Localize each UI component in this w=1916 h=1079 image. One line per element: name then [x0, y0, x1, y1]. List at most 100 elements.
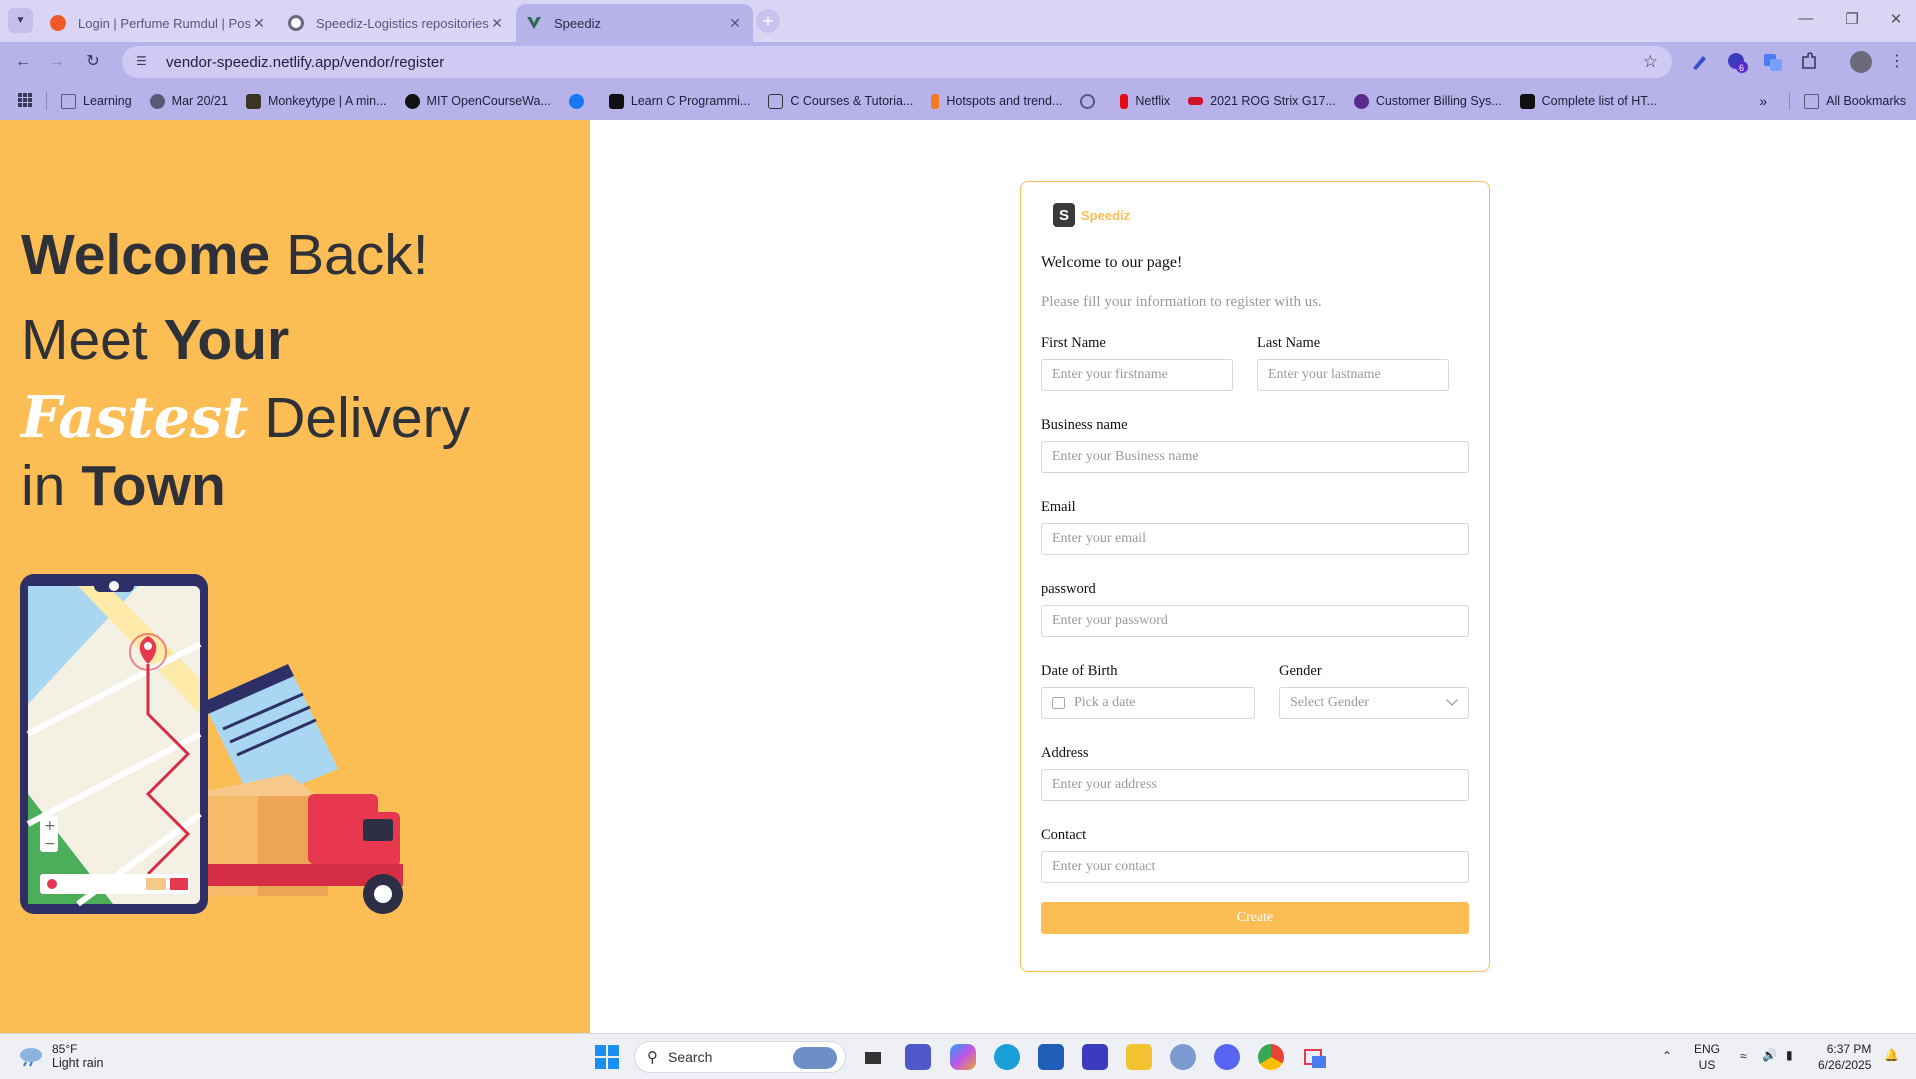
browser-toolbar: ← → ↻ ☰ vendor-speediz.netlify.app/vendo… — [0, 42, 1916, 82]
email-field[interactable] — [1041, 523, 1469, 555]
bookmark-facebook[interactable] — [568, 93, 591, 109]
tab-title: Speediz — [554, 15, 601, 31]
bookmark-label: MIT OpenCourseWa... — [426, 94, 551, 108]
address-input[interactable] — [1052, 777, 1468, 793]
restore-button[interactable]: ❐ — [1832, 10, 1872, 28]
tab-login-perfume[interactable]: Login | Perfume Rumdul | Postm ✕ — [40, 4, 277, 42]
task-view-icon[interactable] — [860, 1044, 886, 1070]
volume-icon[interactable]: 🔊 — [1762, 1047, 1777, 1063]
business-name-label: Business name — [1041, 417, 1128, 433]
close-window-button[interactable]: ✕ — [1876, 10, 1916, 28]
first-name-field[interactable] — [1041, 359, 1233, 391]
extension-badge-icon[interactable]: 6 — [1726, 51, 1748, 73]
chevron-down-icon: ▼ — [15, 15, 26, 26]
extensions-puzzle-icon[interactable] — [1798, 51, 1820, 73]
password-input[interactable] — [1052, 613, 1468, 629]
apps-grid-icon[interactable] — [18, 92, 32, 110]
hero-panel: Welcome Back! Meet Your Fastest Delivery… — [0, 120, 590, 1033]
register-panel: S Speediz Welcome to our page! Please fi… — [590, 120, 1916, 1033]
new-tab-button[interactable]: + — [756, 9, 780, 33]
store-icon[interactable] — [1038, 1044, 1064, 1070]
battery-icon[interactable]: ▮ — [1786, 1047, 1793, 1063]
globe-icon — [149, 93, 165, 109]
bookmark-rog-strix[interactable]: 2021 ROG Strix G17... — [1188, 94, 1336, 108]
bookmark-globe[interactable] — [1080, 93, 1102, 109]
tasks-app-icon[interactable] — [1082, 1044, 1108, 1070]
bookmark-netflix[interactable]: Netflix — [1120, 93, 1170, 109]
bookmark-label: 2021 ROG Strix G17... — [1210, 94, 1336, 108]
menu-kebab-icon[interactable]: ⋮ — [1886, 51, 1908, 73]
pen-extension-icon[interactable] — [1688, 51, 1710, 73]
discord-icon[interactable] — [1214, 1044, 1240, 1070]
windows-start-icon[interactable] — [594, 1044, 620, 1070]
notification-bell-icon[interactable]: 🔔 — [1884, 1047, 1899, 1063]
weather-temp: 85°F — [52, 1042, 78, 1056]
bookmark-monkeytype[interactable]: Monkeytype | A min... — [245, 93, 387, 109]
globe-app-icon[interactable] — [1170, 1044, 1196, 1070]
tab-search-button[interactable]: ▼ — [8, 8, 33, 33]
first-name-input[interactable] — [1052, 367, 1232, 383]
bookmark-html-list[interactable]: Complete list of HT... — [1519, 93, 1657, 109]
bookmark-billing[interactable]: Customer Billing Sys... — [1353, 93, 1502, 109]
delivery-illustration: + − — [20, 574, 403, 914]
file-explorer-icon[interactable] — [1126, 1044, 1152, 1070]
clock[interactable]: 6:37 PM 6/26/2025 — [1818, 1041, 1871, 1073]
snipping-tool-icon[interactable] — [1302, 1044, 1328, 1070]
svg-text:6: 6 — [1739, 63, 1744, 73]
back-icon[interactable]: ← — [12, 51, 34, 73]
close-icon[interactable]: ✕ — [727, 15, 743, 32]
reload-icon[interactable]: ↻ — [82, 51, 104, 73]
speediz-logo[interactable]: S Speediz — [1053, 203, 1130, 227]
last-name-field[interactable] — [1257, 359, 1449, 391]
hero-word: Fastest — [21, 384, 249, 451]
last-name-input[interactable] — [1268, 367, 1448, 383]
tray-overflow-icon[interactable]: ⌃ — [1662, 1048, 1672, 1064]
tab-speediz[interactable]: Speediz ✕ — [516, 4, 753, 42]
business-name-input[interactable] — [1052, 449, 1468, 465]
close-icon[interactable]: ✕ — [251, 15, 267, 32]
phone-map-icon: + − — [20, 574, 208, 914]
address-bar[interactable]: ☰ vendor-speediz.netlify.app/vendor/regi… — [122, 46, 1672, 78]
close-icon[interactable]: ✕ — [489, 15, 505, 32]
chevron-down-icon — [1446, 694, 1458, 706]
site-info-icon[interactable]: ☰ — [136, 54, 152, 70]
minimize-button[interactable]: — — [1786, 10, 1826, 27]
bookmark-divider — [1789, 92, 1791, 110]
contact-input[interactable] — [1052, 859, 1468, 875]
taskbar-search[interactable]: ⚲ Search — [634, 1041, 846, 1073]
chrome-icon[interactable] — [1258, 1044, 1284, 1070]
bookmark-learning[interactable]: Learning — [61, 93, 132, 109]
weather-widget[interactable]: 85°F Light rain — [18, 1042, 103, 1070]
address-field[interactable] — [1041, 769, 1469, 801]
email-input[interactable] — [1052, 531, 1468, 547]
forward-icon[interactable]: → — [46, 51, 68, 73]
tab-speediz-repos[interactable]: Speediz-Logistics repositories ✕ — [278, 4, 515, 42]
wifi-icon[interactable]: ≈ — [1740, 1048, 1747, 1064]
dob-picker[interactable]: Pick a date — [1041, 687, 1255, 719]
password-label: password — [1041, 581, 1096, 597]
gender-select[interactable]: Select Gender — [1279, 687, 1469, 719]
bookmarks-overflow-icon[interactable]: » — [1759, 93, 1767, 109]
bookmark-hotspots[interactable]: Hotspots and trend... — [931, 93, 1062, 109]
create-button[interactable]: Create — [1041, 902, 1469, 934]
bookmark-mar-20-21[interactable]: Mar 20/21 — [149, 93, 228, 109]
edge-icon[interactable] — [994, 1044, 1020, 1070]
bookmark-label: Learning — [83, 94, 132, 108]
bookmark-star-icon[interactable]: ☆ — [1643, 52, 1658, 72]
password-field[interactable] — [1041, 605, 1469, 637]
bookmark-label: C Courses & Tutoria... — [790, 94, 914, 108]
language-indicator[interactable]: ENG US — [1694, 1041, 1720, 1073]
bookmark-label: Customer Billing Sys... — [1375, 94, 1502, 108]
hotspots-icon — [931, 93, 940, 109]
bookmark-mit-ocw[interactable]: MIT OpenCourseWa... — [404, 93, 551, 109]
contact-field[interactable] — [1041, 851, 1469, 883]
bookmark-learn-c[interactable]: Learn C Programmi... — [608, 93, 750, 109]
brand-name: Speediz — [1081, 207, 1131, 223]
profile-avatar[interactable] — [1850, 51, 1872, 73]
teams-icon[interactable] — [905, 1044, 931, 1070]
all-bookmarks-button[interactable]: All Bookmarks — [1804, 93, 1906, 109]
copilot-icon[interactable] — [950, 1044, 976, 1070]
translate-icon[interactable] — [1762, 51, 1784, 73]
business-name-field[interactable] — [1041, 441, 1469, 473]
bookmark-c-courses[interactable]: C Courses & Tutoria... — [768, 93, 914, 109]
